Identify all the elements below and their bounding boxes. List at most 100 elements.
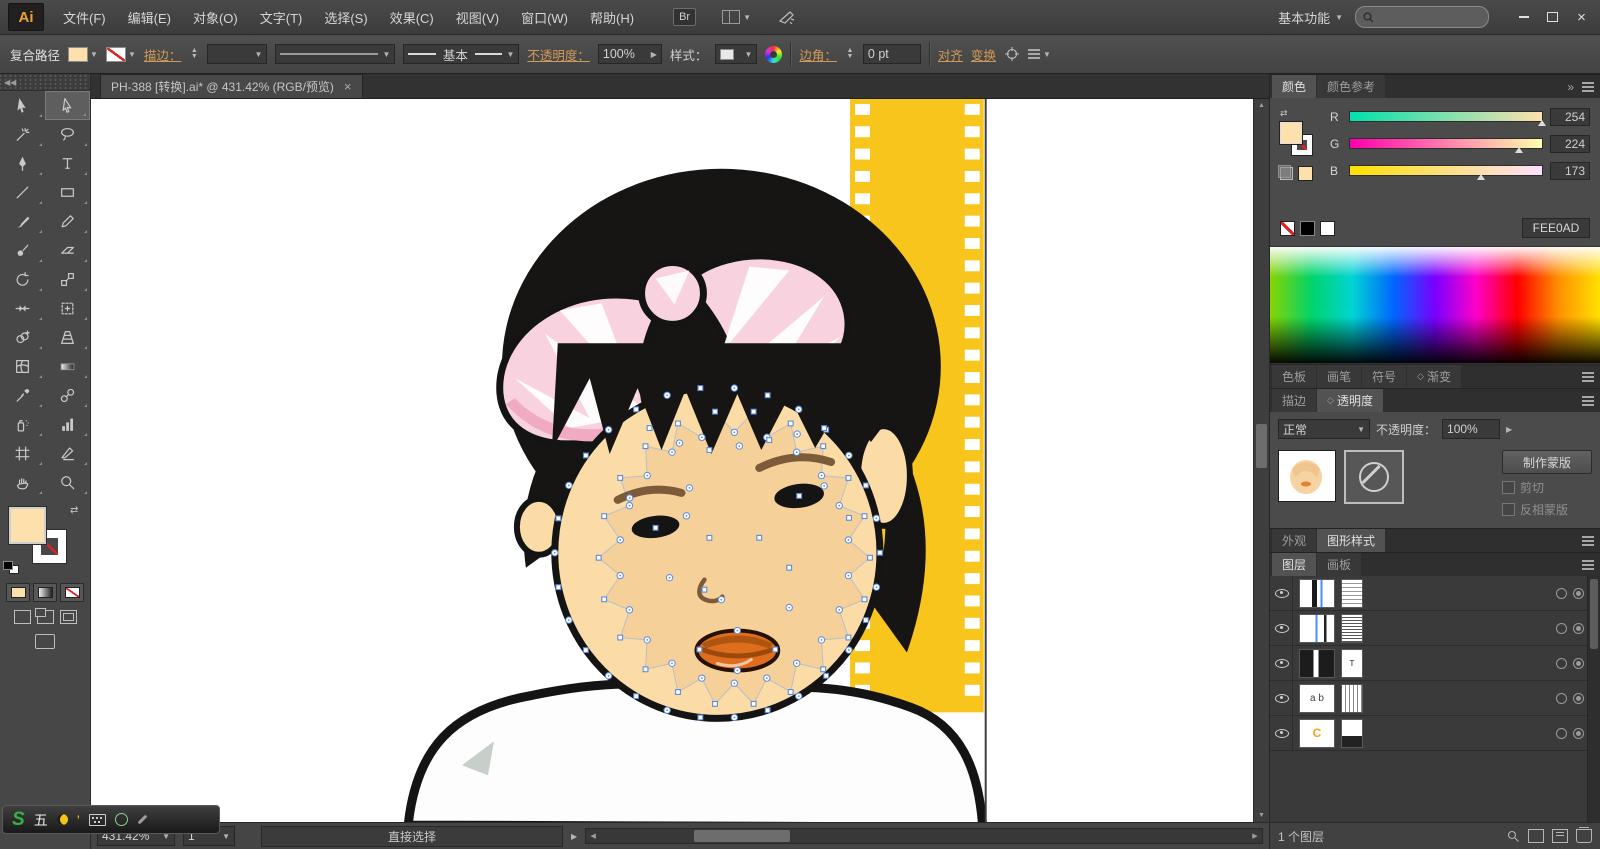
layer-row[interactable]: C: [1270, 716, 1600, 751]
tab-symbols[interactable]: 符号: [1362, 365, 1407, 388]
gradient-mode-button[interactable]: [33, 583, 57, 602]
target-circle[interactable]: [1573, 727, 1584, 739]
layer-row[interactable]: [1270, 611, 1600, 646]
tool-free-transform[interactable]: [45, 294, 90, 323]
draw-behind-icon[interactable]: [34, 608, 54, 624]
artwork-canvas[interactable]: [91, 99, 1253, 822]
ime-moon-icon[interactable]: [56, 814, 68, 825]
ime-punctuation-icon[interactable]: ’: [77, 812, 80, 828]
variable-width-profile-combo[interactable]: ▼: [275, 44, 396, 64]
transparency-opacity-combo[interactable]: 100%: [1442, 419, 1501, 439]
target-circle[interactable]: [1573, 622, 1584, 634]
blue-value[interactable]: 173: [1550, 162, 1590, 180]
menu-object[interactable]: 对象(O): [182, 0, 249, 34]
tool-mesh[interactable]: [0, 352, 45, 381]
workspace-switcher[interactable]: 基本功能 ▼: [1278, 8, 1343, 27]
object-thumbnail[interactable]: [1278, 450, 1336, 502]
tab-artboards[interactable]: 画板: [1317, 553, 1362, 576]
color-mode-button[interactable]: [6, 583, 30, 602]
tab-transparency[interactable]: ◇ 透明度: [1317, 389, 1383, 412]
stroke-width-combo[interactable]: ▼: [207, 44, 268, 64]
web-gamut-cube-icon[interactable]: [1278, 165, 1293, 180]
layer-thumbnail[interactable]: [1341, 718, 1363, 748]
menu-file[interactable]: 文件(F): [52, 0, 117, 34]
tool-symbol-sprayer[interactable]: [0, 410, 45, 439]
panel-menu-icon[interactable]: [1582, 563, 1594, 566]
layer-thumbnail[interactable]: [1299, 578, 1335, 608]
tool-rotate[interactable]: [0, 265, 45, 294]
tools-panel-collapse[interactable]: ◀◀: [0, 74, 90, 91]
tab-color-guide[interactable]: 颜色参考: [1317, 75, 1386, 98]
tool-magic-wand[interactable]: [0, 120, 45, 149]
document-tab[interactable]: PH-388 [转换].ai* @ 431.42% (RGB/预览) ×: [100, 74, 363, 98]
visibility-toggle[interactable]: [1272, 681, 1293, 715]
visibility-toggle[interactable]: [1272, 646, 1293, 680]
app-logo[interactable]: Ai: [8, 3, 44, 31]
ime-mode-label[interactable]: 五: [34, 810, 48, 830]
tool-eyedropper[interactable]: [0, 381, 45, 410]
clip-checkbox[interactable]: [1502, 481, 1515, 494]
tool-column-graph[interactable]: [45, 410, 90, 439]
green-value[interactable]: 224: [1550, 135, 1590, 153]
layer-row[interactable]: a b: [1270, 681, 1600, 716]
tool-direct-selection[interactable]: [45, 91, 90, 120]
layers-scrollbar[interactable]: [1587, 576, 1600, 822]
tool-width[interactable]: [0, 294, 45, 323]
ime-toolbar[interactable]: S 五 ’: [2, 805, 220, 834]
layer-row[interactable]: [1270, 576, 1600, 611]
selection-circle[interactable]: [1556, 692, 1567, 704]
menu-type[interactable]: 文字(T): [249, 0, 314, 34]
panel-menu-icon[interactable]: [1582, 539, 1594, 542]
menu-effect[interactable]: 效果(C): [379, 0, 445, 34]
corner-value-combo[interactable]: 0 pt: [862, 44, 921, 64]
search-layers-icon[interactable]: [1507, 830, 1520, 843]
tool-slice[interactable]: [45, 439, 90, 468]
selection-circle[interactable]: [1556, 622, 1567, 634]
tool-line-segment[interactable]: [0, 178, 45, 207]
tool-selection[interactable]: [0, 91, 45, 120]
menu-window[interactable]: 窗口(W): [510, 0, 579, 34]
panel-options-button[interactable]: ▼: [1027, 50, 1051, 59]
search-input[interactable]: [1355, 6, 1489, 28]
horizontal-scroll-thumb[interactable]: [694, 830, 791, 842]
opacity-flyout-icon[interactable]: ▶: [1506, 425, 1512, 434]
scroll-right-icon[interactable]: ▶: [1248, 832, 1262, 840]
tab-color[interactable]: 颜色: [1272, 75, 1317, 98]
target-circle[interactable]: [1573, 587, 1584, 599]
tab-swatches[interactable]: 色板: [1272, 365, 1317, 388]
artboard-next-icon[interactable]: ▶: [571, 832, 577, 841]
tab-close-icon[interactable]: ×: [344, 79, 352, 94]
color-spectrum[interactable]: [1270, 246, 1600, 364]
layer-thumbnail[interactable]: [1299, 648, 1335, 678]
green-slider-thumb[interactable]: [1515, 147, 1524, 153]
tool-eraser[interactable]: [45, 236, 90, 265]
restore-button[interactable]: [1538, 5, 1567, 29]
none-mode-button[interactable]: [60, 583, 84, 602]
tool-lasso[interactable]: [45, 120, 90, 149]
none-swatch[interactable]: [1280, 220, 1295, 236]
web-color-swatch[interactable]: [1298, 166, 1313, 181]
arrange-documents-button[interactable]: ▼: [722, 10, 751, 24]
tool-blend[interactable]: [45, 381, 90, 410]
red-value[interactable]: 254: [1550, 108, 1590, 126]
corner-link[interactable]: 边角：: [799, 45, 837, 64]
scroll-up-icon[interactable]: ▲: [1254, 99, 1269, 112]
panel-menu-icon[interactable]: [1582, 399, 1594, 402]
blue-slider[interactable]: [1349, 165, 1543, 176]
black-swatch[interactable]: [1300, 220, 1315, 236]
tool-blob-brush[interactable]: [0, 236, 45, 265]
invert-mask-checkbox[interactable]: [1502, 503, 1515, 516]
vertical-scrollbar[interactable]: ▲ ▼: [1253, 99, 1269, 822]
target-circle[interactable]: [1573, 692, 1584, 704]
minimize-button[interactable]: [1509, 5, 1538, 29]
menu-edit[interactable]: 编辑(E): [117, 0, 182, 34]
menu-select[interactable]: 选择(S): [313, 0, 378, 34]
panel-menu-icon[interactable]: [1582, 375, 1594, 378]
tool-zoom[interactable]: [45, 468, 90, 497]
visibility-toggle[interactable]: [1272, 576, 1293, 610]
ime-smiley-icon[interactable]: [114, 813, 128, 826]
draw-inside-icon[interactable]: [59, 610, 77, 624]
target-circle[interactable]: [1573, 657, 1584, 669]
close-button[interactable]: ×: [1567, 5, 1596, 29]
blue-slider-thumb[interactable]: [1476, 174, 1485, 180]
